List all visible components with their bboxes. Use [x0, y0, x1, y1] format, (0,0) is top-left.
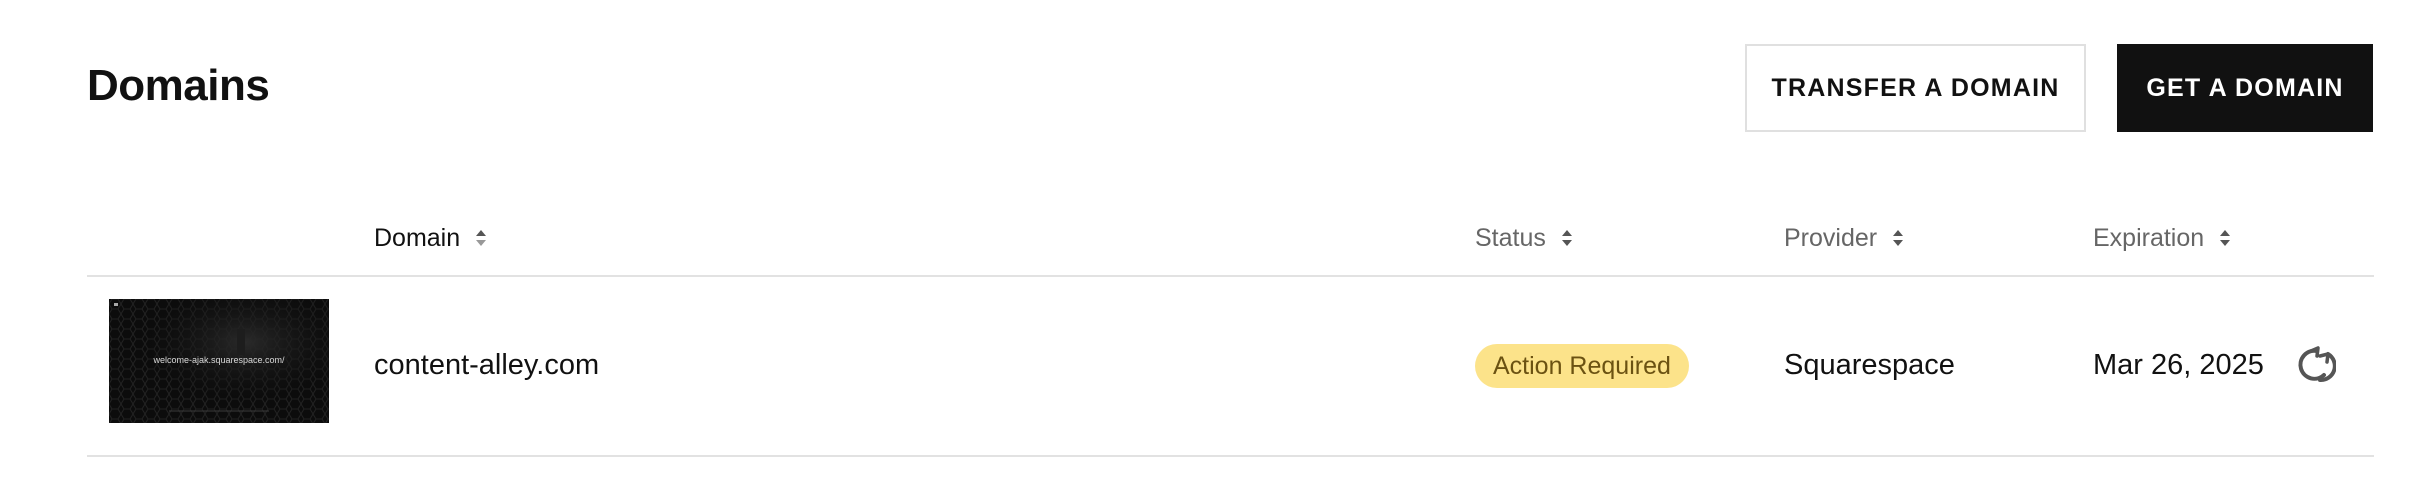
column-header-expiration[interactable]: Expiration [2093, 222, 2232, 254]
sort-icon [1893, 230, 1904, 246]
sort-icon [2220, 230, 2231, 246]
table-header: Domain Status Provider Expiration [87, 200, 2374, 277]
sort-icon [1561, 230, 1572, 246]
column-header-label: Status [1475, 224, 1546, 252]
status-badge: Action Required [1475, 344, 1689, 388]
auto-renew-icon[interactable] [2294, 344, 2336, 386]
expiration-date: Mar 26, 2025 [2093, 349, 2264, 381]
domain-name[interactable]: content-alley.com [374, 345, 599, 385]
table-row[interactable]: welcome-ajak.squarespace.com/ content-al… [87, 277, 2374, 457]
column-header-domain[interactable]: Domain [374, 222, 488, 254]
column-header-label: Expiration [2093, 224, 2205, 252]
transfer-domain-button[interactable]: TRANSFER A DOMAIN [1745, 44, 2086, 132]
column-header-label: Domain [374, 224, 461, 252]
provider-name: Squarespace [1784, 349, 1955, 381]
domains-page: Domains TRANSFER A DOMAIN GET A DOMAIN D… [0, 0, 2432, 498]
site-thumbnail: welcome-ajak.squarespace.com/ [109, 299, 329, 423]
sort-icon [476, 230, 487, 246]
page-title: Domains [87, 61, 270, 110]
column-header-status[interactable]: Status [1475, 222, 1574, 254]
column-header-label: Provider [1784, 224, 1878, 252]
column-header-provider[interactable]: Provider [1784, 222, 1905, 254]
domains-table: Domain Status Provider Expiration welcom… [87, 200, 2374, 457]
get-domain-button[interactable]: GET A DOMAIN [2117, 44, 2373, 132]
thumbnail-url-text: welcome-ajak.squarespace.com/ [153, 355, 285, 365]
